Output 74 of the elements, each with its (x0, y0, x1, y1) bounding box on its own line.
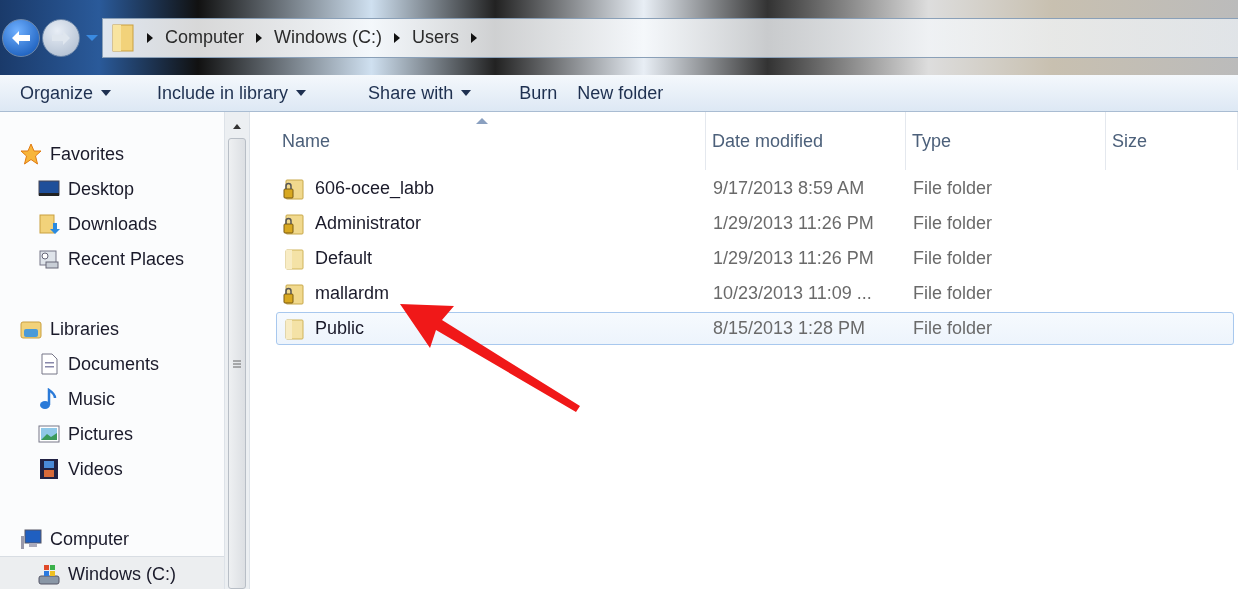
library-icon (20, 318, 42, 340)
locked-folder-icon (283, 282, 305, 305)
file-row[interactable]: Public 8/15/2013 1:28 PM File folder (276, 312, 1234, 345)
film-icon (38, 458, 60, 480)
file-row[interactable]: Default 1/29/2013 11:26 PM File folder (276, 242, 1234, 275)
file-name: 606-ocee_labb (315, 178, 435, 199)
dropdown-caret-icon (296, 90, 307, 96)
locked-folder-icon (283, 212, 305, 235)
nav-item[interactable]: Windows (C:) (0, 556, 224, 589)
document-icon (38, 353, 60, 375)
scroll-up-icon[interactable] (232, 122, 242, 130)
nav-item[interactable]: Downloads (0, 206, 224, 241)
date-modified: 9/17/2013 8:59 AM (712, 178, 866, 199)
computer-icon (20, 528, 42, 550)
dropdown-caret-icon (101, 90, 112, 96)
nav-item[interactable]: Documents (0, 346, 224, 381)
file-type: File folder (912, 178, 994, 199)
column-header[interactable]: Date modified (706, 112, 906, 170)
dropdown-caret-icon (461, 90, 472, 96)
scrollbar[interactable] (224, 112, 250, 589)
file-type: File folder (912, 213, 994, 234)
breadcrumb-arrow-icon[interactable] (256, 32, 263, 43)
folder-icon (283, 247, 305, 270)
file-type: File folder (912, 248, 994, 269)
pictures-icon (38, 423, 60, 445)
nav-item[interactable]: Libraries (0, 311, 224, 346)
forward-button[interactable] (42, 18, 80, 57)
scroll-thumb[interactable] (228, 138, 246, 589)
breadcrumb-arrow-icon[interactable] (471, 32, 478, 43)
drive-icon (38, 563, 60, 585)
locked-folder-icon (283, 177, 305, 200)
star-icon (20, 143, 42, 165)
nav-item[interactable]: Music (0, 381, 224, 416)
column-header[interactable]: Size (1106, 112, 1238, 170)
toolbar-button[interactable]: Organize (10, 78, 122, 108)
toolbar-button[interactable]: Burn (509, 78, 568, 108)
grip-icon (232, 358, 242, 369)
breadcrumb-arrow-icon[interactable] (147, 32, 153, 43)
date-modified: 10/23/2013 11:09 ... (712, 283, 873, 304)
file-row[interactable]: Administrator 1/29/2013 11:26 PM File folder (276, 207, 1234, 240)
nav-item[interactable]: Computer (0, 521, 224, 556)
breadcrumb[interactable]: Windows (C:) (274, 27, 383, 48)
folder-icon (283, 317, 305, 340)
breadcrumb-arrow-icon[interactable] (394, 32, 401, 43)
breadcrumb[interactable]: Computer (165, 27, 245, 48)
folder-icon (38, 213, 60, 235)
file-type: File folder (912, 318, 994, 339)
toolbar-button[interactable]: Include in library (147, 78, 317, 108)
nav-item[interactable]: Pictures (0, 416, 224, 451)
recent-places-icon (38, 248, 60, 270)
date-modified: 1/29/2013 11:26 PM (712, 248, 875, 269)
breadcrumb[interactable]: Users (412, 27, 460, 48)
file-name: mallardm (315, 283, 389, 304)
nav-item[interactable]: Favorites (0, 136, 224, 171)
column-header[interactable]: Name (276, 112, 706, 170)
file-name: Administrator (315, 213, 422, 234)
date-modified: 8/15/2013 1:28 PM (712, 318, 867, 339)
date-modified: 1/29/2013 11:26 PM (712, 213, 875, 234)
sort-arrow-icon (476, 118, 488, 124)
column-header[interactable]: Type (906, 112, 1106, 170)
back-arrow-icon (11, 29, 31, 46)
file-row[interactable]: mallardm 10/23/2013 11:09 ... File folder (276, 277, 1234, 310)
nav-item[interactable]: Recent Places (0, 241, 224, 276)
toolbar-button[interactable]: Share with (358, 78, 482, 108)
file-name: Default (315, 248, 373, 269)
file-type: File folder (912, 283, 994, 304)
nav-item[interactable]: Desktop (0, 171, 224, 206)
file-row[interactable]: 606-ocee_labb 9/17/2013 8:59 AM File folder (276, 172, 1234, 205)
back-button[interactable] (2, 18, 40, 57)
folder-icon (111, 22, 135, 53)
address-bar[interactable]: Computer Windows (C:) Users (102, 17, 1238, 58)
file-name: Public (315, 318, 365, 339)
nav-item[interactable]: Videos (0, 451, 224, 486)
toolbar-button[interactable]: New folder (567, 78, 674, 108)
